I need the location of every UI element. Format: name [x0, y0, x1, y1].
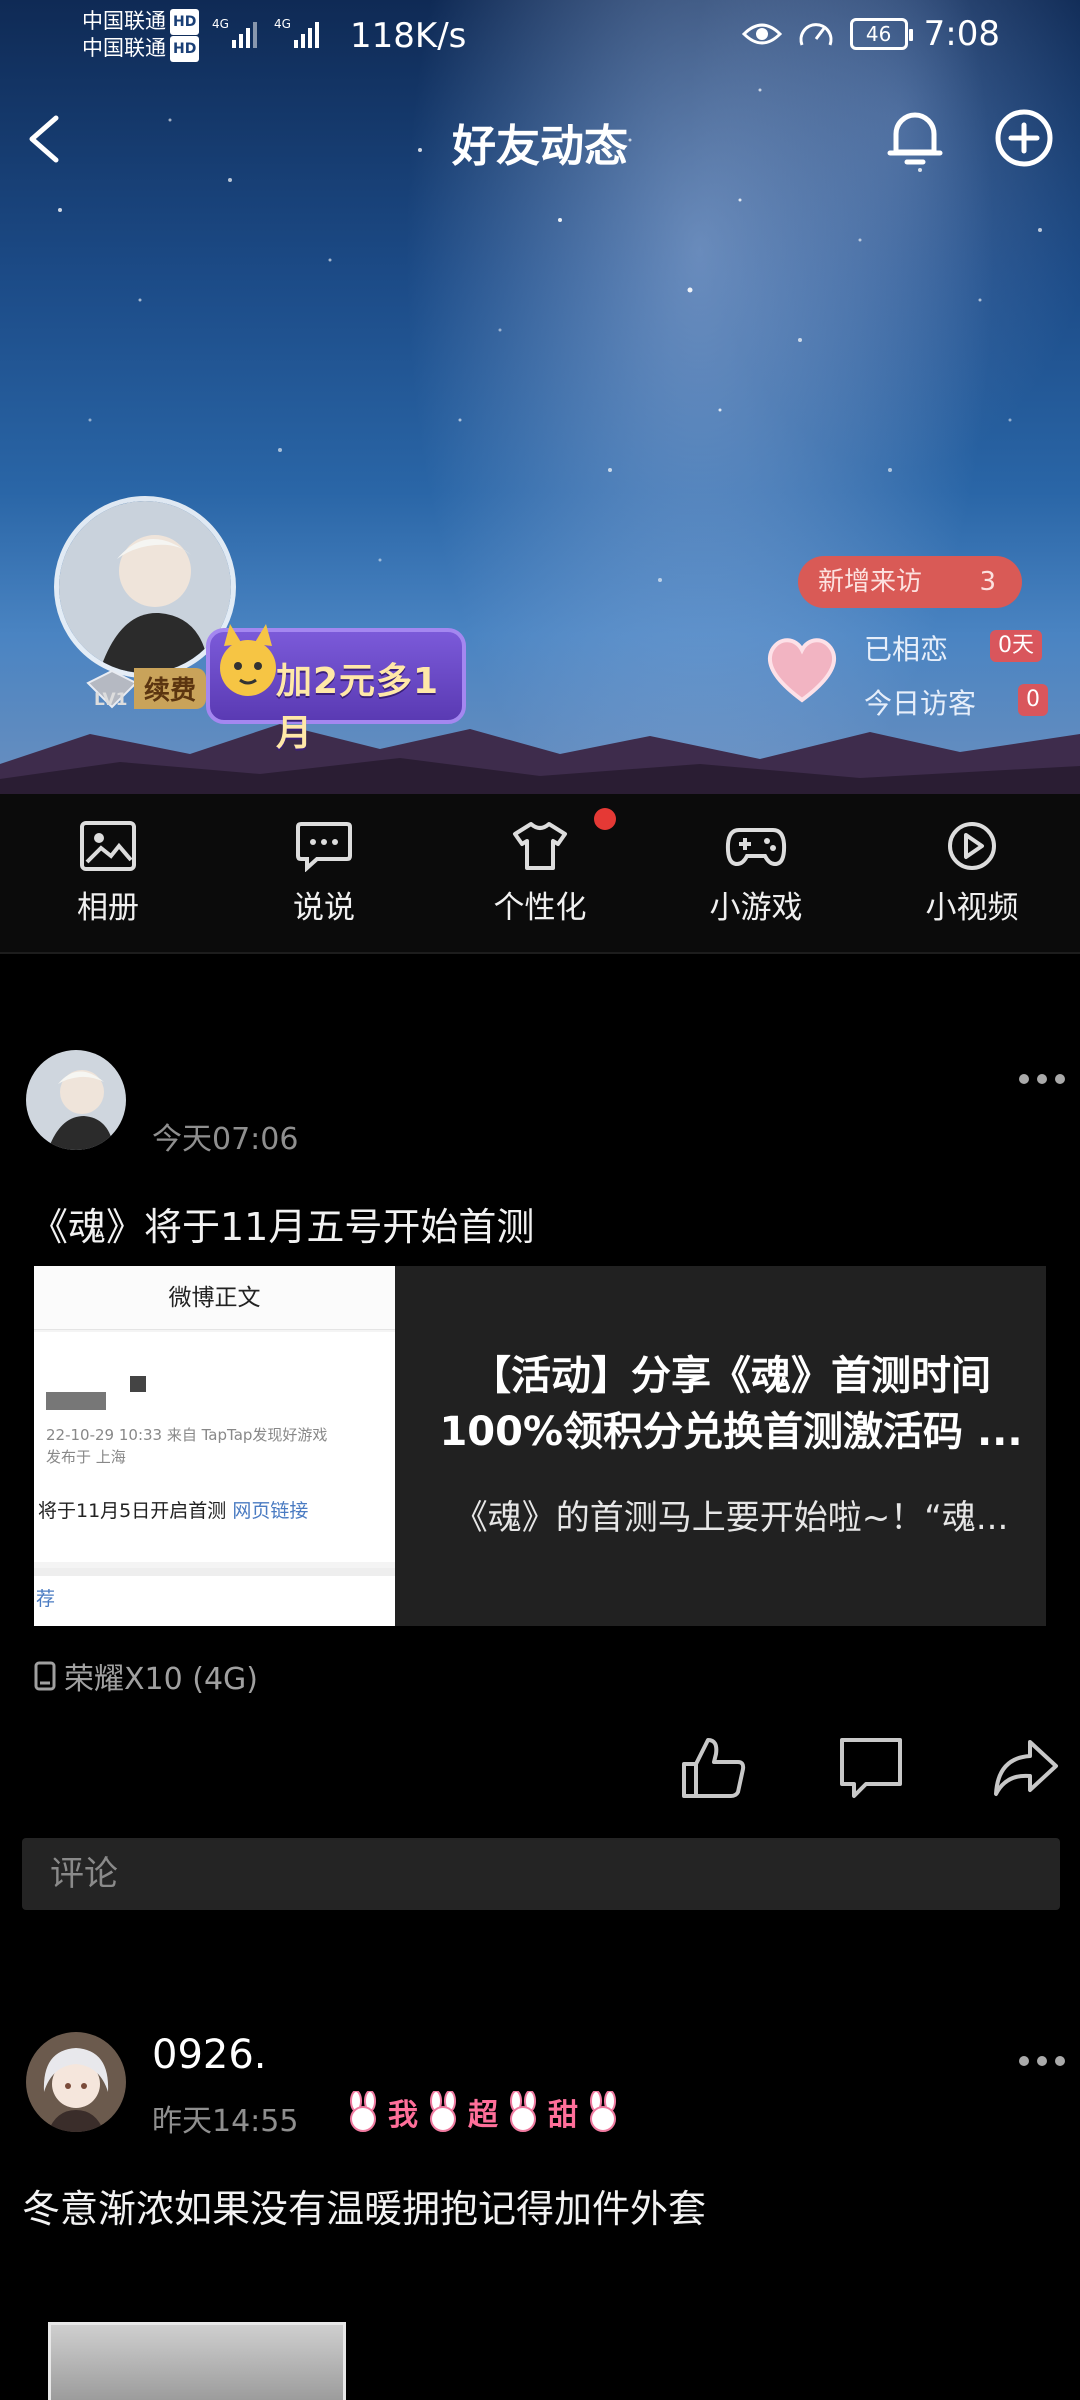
gamepad-icon [725, 828, 787, 867]
shortcut-bar: 相册 说说 个性化 小游戏 小视频 [0, 794, 1080, 954]
eye-icon [741, 23, 782, 45]
post-author-avatar[interactable] [26, 2032, 126, 2132]
post-text: 冬意渐浓如果没有温暖拥抱记得加件外套 [22, 2187, 707, 2231]
bunny-icon [510, 2091, 536, 2132]
together-label: 已相恋 [864, 633, 949, 666]
shortcut-album-label: 相册 [77, 890, 139, 926]
today-visitors-label: 今日访客 [864, 687, 977, 720]
like-icon[interactable] [678, 1734, 750, 1802]
bunny-icon [590, 2091, 616, 2132]
carrier-name-1: 中国联通 [82, 9, 166, 33]
cute-sticker: 我 超 甜 [342, 2090, 624, 2134]
avatar-image [26, 1050, 126, 1150]
hd-badge: HD [170, 9, 200, 35]
shortcut-shortvideo[interactable]: 小视频 [864, 794, 1080, 954]
bunny-icon [430, 2091, 456, 2132]
thumb-footer-text: 荐 [36, 1588, 56, 1610]
renew-button[interactable]: 续费 [134, 668, 207, 709]
carrier-name-2: 中国联通 [82, 36, 166, 60]
comment-input[interactable]: 评论 [22, 1838, 1060, 1910]
post-username[interactable]: 0926. [152, 2032, 267, 2078]
link-title: 【活动】分享《魂》首测时间 100%领积分兑换首测激活码 ... [426, 1348, 1036, 1460]
top-navigation: 好友动态 [0, 100, 1080, 180]
hd-badge: HD [170, 36, 200, 62]
comment-icon[interactable] [836, 1734, 908, 1802]
device-name: 荣耀X10 (4G) [64, 1662, 259, 1697]
level-badge[interactable]: LV1 续费 [86, 668, 207, 710]
post-author-avatar[interactable] [26, 1050, 126, 1150]
bunny-icon [350, 2091, 376, 2132]
share-icon[interactable] [990, 1734, 1062, 1802]
link-title-line-2: 100%领积分兑换首测激活码 ... [439, 1409, 1023, 1455]
today-visitors-row[interactable]: 今日访客 [864, 682, 976, 722]
post-photo[interactable] [48, 2322, 346, 2400]
link-thumbnail: 微博正文 22-10-29 10:33 来自 TapTap发现好游戏 发布于 上… [34, 1266, 395, 1626]
bell-icon[interactable] [880, 102, 950, 172]
more-options-icon[interactable] [1012, 2046, 1072, 2076]
shortcut-moments[interactable]: 说说 [216, 794, 432, 954]
new-visits-pill[interactable]: 新增来访 3 [798, 556, 1022, 608]
image-icon [80, 821, 136, 871]
post-timestamp: 今天07:06 [152, 1122, 299, 1157]
play-circle-icon [948, 822, 996, 870]
more-options-icon[interactable] [1012, 1064, 1072, 1094]
together-badge: 0天 [990, 630, 1042, 662]
link-title-line-1: 【活动】分享《魂》首测时间 [471, 1353, 991, 1399]
new-visits-count: 3 [979, 567, 996, 597]
thumb-body-line: 将于11月5日开启首测 网页链接 [38, 1496, 308, 1523]
thumb-web-link: 网页链接 [232, 1500, 309, 1522]
add-circle-icon[interactable] [988, 102, 1060, 174]
today-visitors-badge: 0 [1018, 684, 1048, 716]
post-timestamp: 昨天14:55 [152, 2104, 299, 2139]
heart-icon[interactable] [762, 628, 842, 708]
battery-indicator: 46 [849, 18, 913, 50]
cover-banner[interactable]: 中国联通 HD 中国联通 HD 4G 4G 118K/s 46 7:08 好友动态 [0, 0, 1080, 794]
device-info: 荣耀X10 (4G) [34, 1654, 258, 1698]
shortcut-minigames-label: 小游戏 [709, 890, 803, 926]
thumb-location: 发布于 上海 [46, 1448, 126, 1466]
thumb-footer: 荐 [34, 1568, 395, 1626]
clock: 7:08 [923, 14, 1000, 54]
thumb-body: 22-10-29 10:33 来自 TapTap发现好游戏 发布于 上海 将于1… [34, 1332, 395, 1562]
post-text: 《魂》将于11月五号开始首测 [30, 1205, 535, 1249]
shortcut-minigames[interactable]: 小游戏 [648, 794, 864, 954]
blurred-mark [130, 1376, 146, 1392]
chat-bubble-icon [296, 822, 352, 873]
sticker-text-3: 甜 [548, 2098, 578, 2133]
level-label: LV1 [94, 690, 128, 710]
cartoon-mascot-icon [220, 624, 276, 696]
shared-link-card[interactable]: 微博正文 22-10-29 10:33 来自 TapTap发现好游戏 发布于 上… [34, 1266, 1046, 1626]
speedometer-icon [799, 23, 833, 46]
sticker-text-2: 超 [468, 2098, 498, 2133]
thumb-meta: 22-10-29 10:33 来自 TapTap发现好游戏 [46, 1426, 328, 1444]
new-visits-label: 新增来访 [818, 567, 923, 597]
signal-icon: 4G 4G [212, 17, 319, 48]
notification-dot [594, 808, 616, 830]
shirt-icon [513, 822, 567, 870]
status-bar: 中国联通 HD 中国联通 HD 4G 4G 118K/s 46 7:08 [0, 0, 1080, 70]
shortcut-album[interactable]: 相册 [0, 794, 216, 954]
svg-text:4G: 4G [274, 17, 291, 31]
thumb-header: 微博正文 [34, 1266, 395, 1330]
network-speed: 118K/s [350, 16, 467, 56]
link-description: 《魂》的首测马上要开始啦~！“魂... [453, 1498, 1009, 1538]
avatar-image [26, 2032, 126, 2132]
blurred-avatar [46, 1392, 106, 1410]
phone-icon [34, 1661, 56, 1691]
shortcut-personalize-label: 个性化 [493, 890, 587, 926]
shortcut-shortvideo-label: 小视频 [925, 890, 1019, 926]
shortcut-moments-label: 说说 [293, 890, 355, 926]
svg-text:4G: 4G [212, 17, 229, 31]
promo-banner[interactable]: 加2元多1月 [206, 624, 466, 754]
carrier-info: 中国联通 HD 中国联通 HD [82, 8, 200, 62]
promo-text: 加2元多1月 [276, 661, 440, 754]
together-row[interactable]: 已相恋 [864, 628, 948, 668]
sticker-text-1: 我 [388, 2098, 418, 2133]
thumb-body-text: 将于11月5日开启首测 [38, 1500, 227, 1522]
